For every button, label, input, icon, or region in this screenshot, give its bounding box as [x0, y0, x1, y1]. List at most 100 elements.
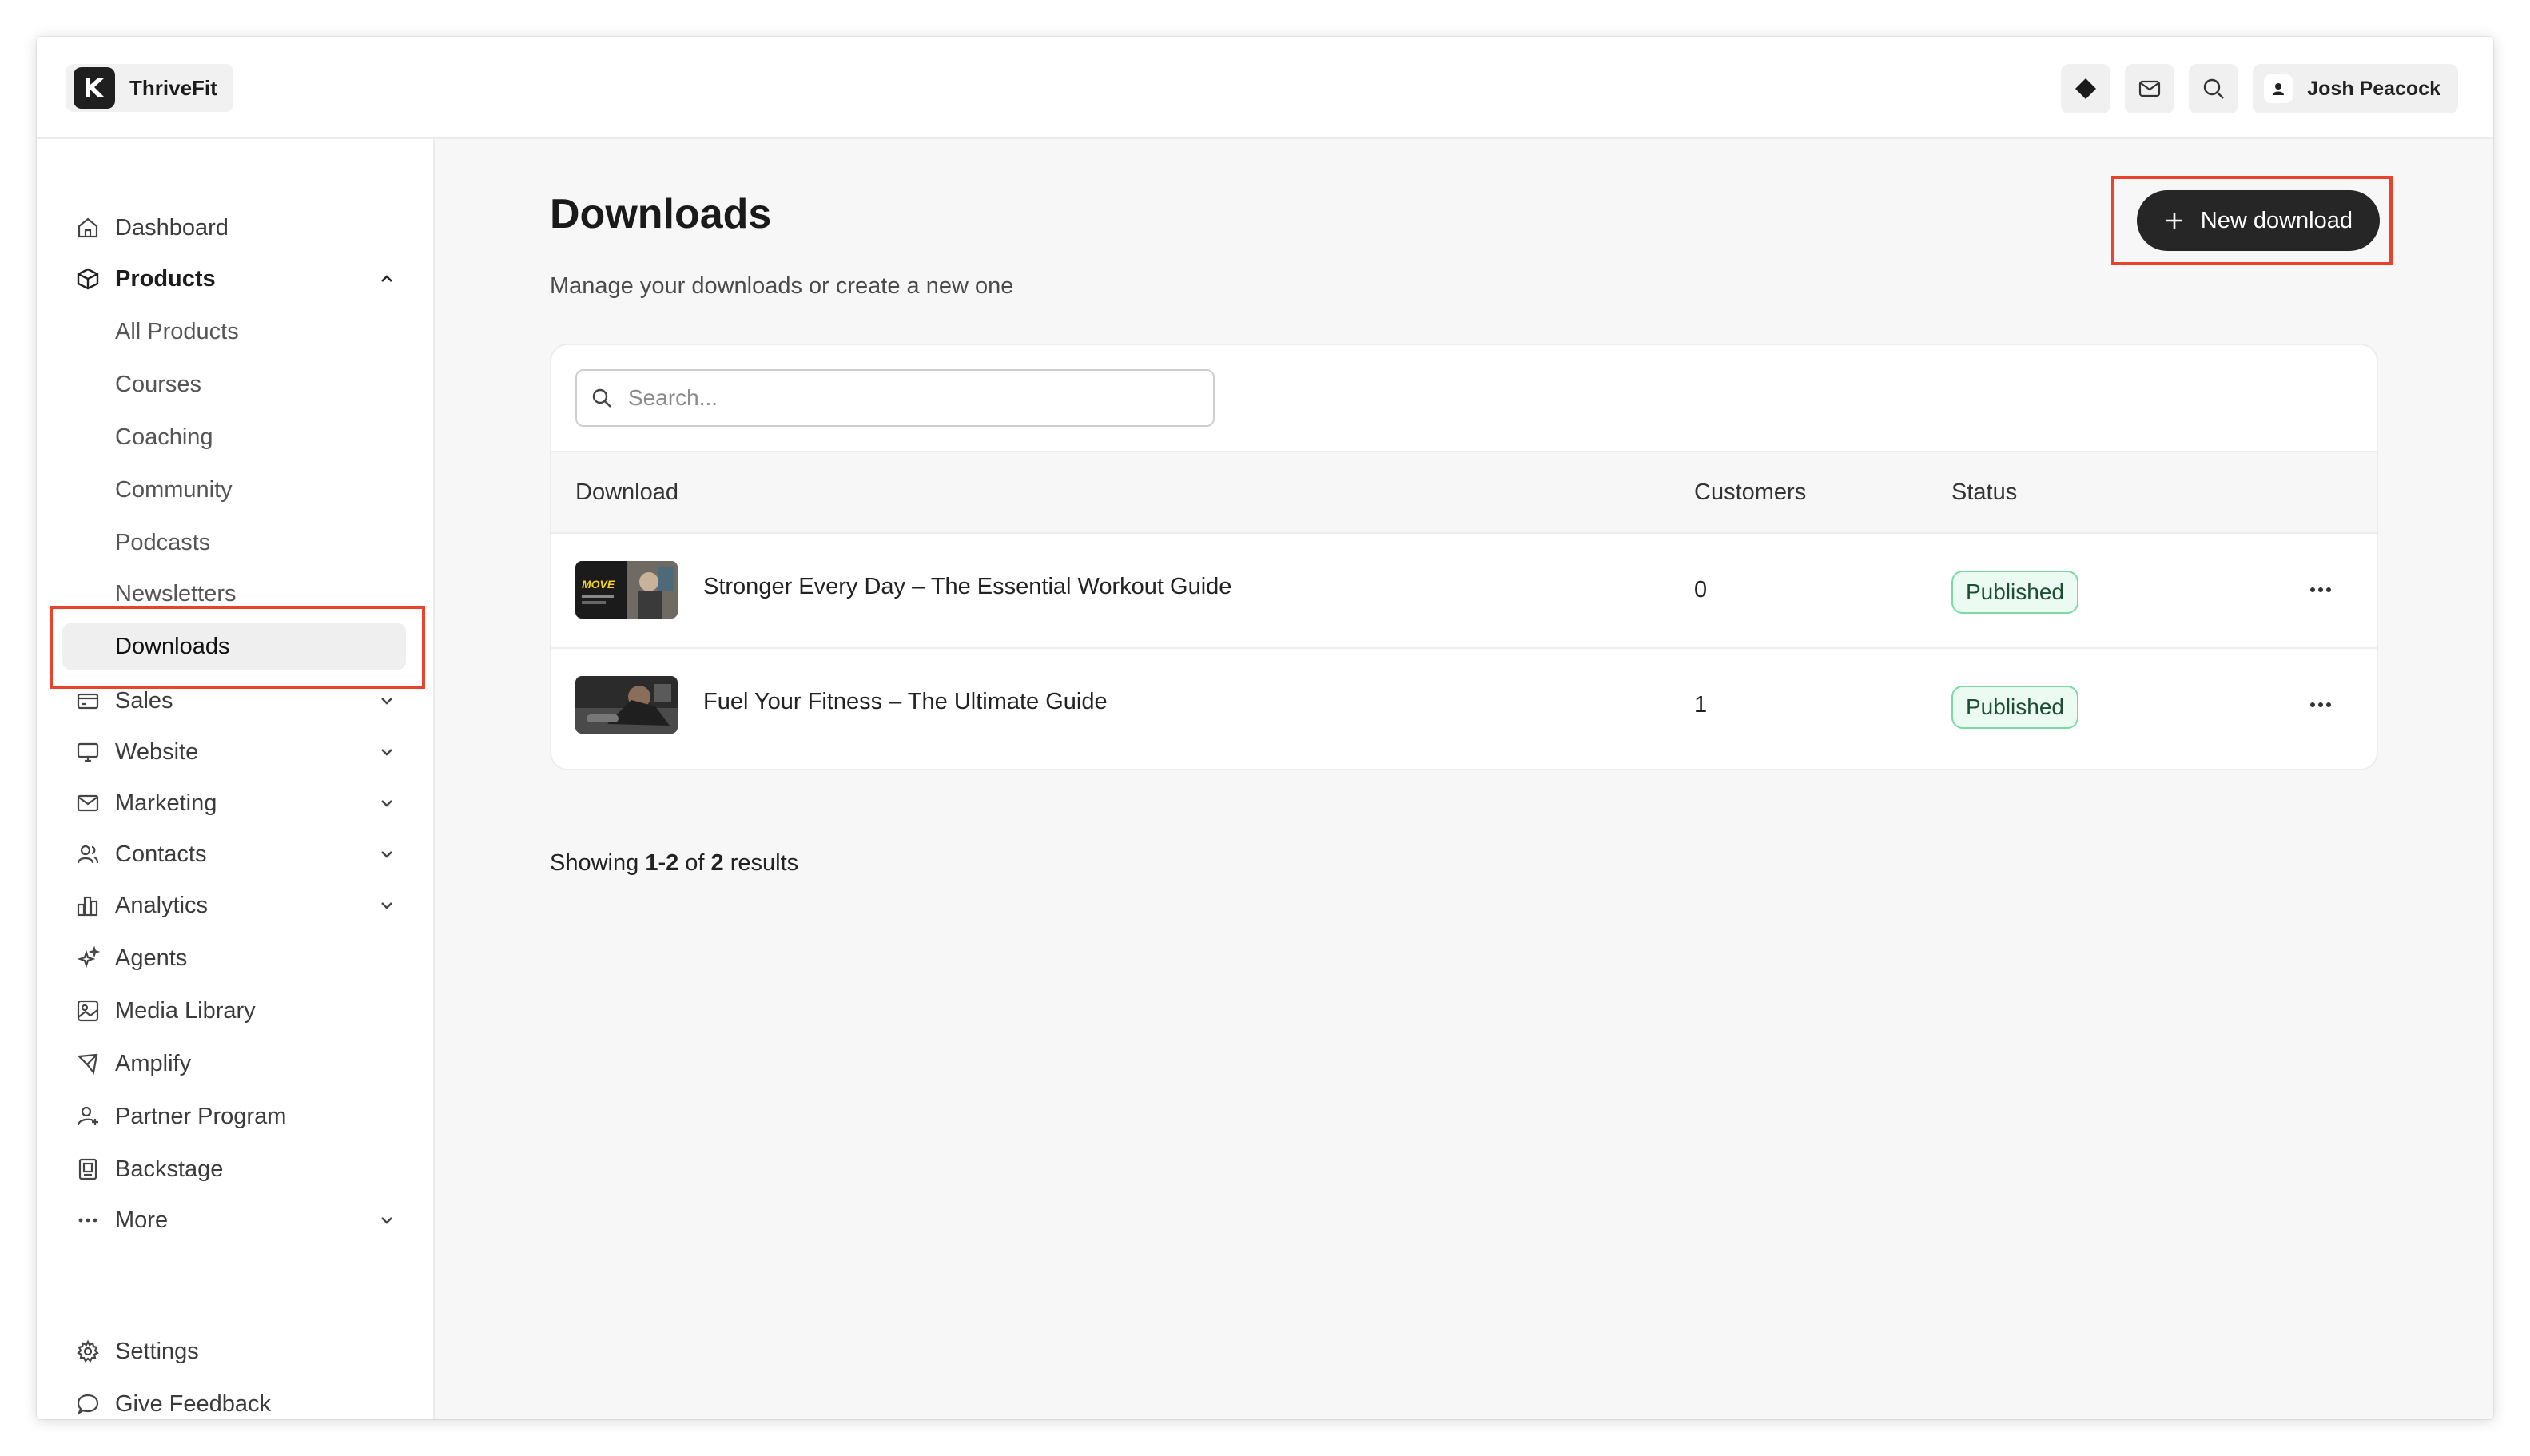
sidebar-subitem-community[interactable]: Community — [62, 467, 406, 513]
sidebar-item-label: Marketing — [115, 790, 217, 816]
backstage-icon — [75, 1156, 101, 1182]
sidebar-item-label: Settings — [115, 1338, 199, 1364]
brand-name: ThriveFit — [129, 75, 217, 100]
search-button[interactable] — [2189, 64, 2239, 113]
download-name[interactable]: Stronger Every Day – The Essential Worko… — [703, 574, 1231, 600]
column-header-customers[interactable]: Customers — [1694, 479, 1806, 506]
sidebar-subitem-coaching[interactable]: Coaching — [62, 414, 406, 460]
results-suffix: results — [730, 850, 799, 876]
results-of: of — [685, 850, 705, 876]
sidebar-item-label: Media Library — [115, 997, 256, 1024]
more-horizontal-icon — [2310, 702, 2331, 707]
image-icon — [75, 998, 101, 1024]
search-field[interactable] — [575, 369, 1215, 427]
download-name[interactable]: Fuel Your Fitness – The Ultimate Guide — [703, 689, 1108, 715]
column-header-download[interactable]: Download — [575, 479, 678, 506]
more-horizontal-icon — [2310, 587, 2331, 592]
sidebar-item-website[interactable]: Website — [75, 729, 438, 775]
page-subtitle: Manage your downloads or create a new on… — [550, 273, 1014, 299]
workspace-switcher[interactable]: ThriveFit — [66, 64, 233, 112]
top-bar: ThriveFit Josh Peacock — [37, 37, 2493, 139]
mail-icon — [2139, 80, 2161, 97]
dots-icon — [75, 1207, 101, 1233]
messages-button[interactable] — [2125, 64, 2175, 113]
monitor-icon — [75, 739, 101, 765]
sidebar-item-settings[interactable]: Settings — [75, 1328, 438, 1374]
new-download-highlight-box — [2111, 176, 2393, 265]
partner-icon — [75, 1104, 101, 1129]
sidebar-item-agents[interactable]: Agents — [75, 935, 438, 981]
thumbnail-text: MOVE — [582, 578, 615, 591]
sidebar-subitem-label: Coaching — [115, 424, 213, 450]
sidebar-item-more[interactable]: More — [75, 1197, 438, 1243]
sidebar-subitem-all-products[interactable]: All Products — [62, 308, 406, 355]
chevron-down-icon[interactable] — [374, 688, 400, 714]
sidebar-subitem-label: Newsletters — [115, 580, 237, 607]
user-name: Josh Peacock — [2307, 77, 2440, 100]
home-icon — [75, 215, 101, 241]
table-row[interactable]: MOVE Stronger Every Day – The Essential … — [551, 534, 2377, 649]
sidebar-item-dashboard[interactable]: Dashboard — [75, 205, 438, 251]
sidebar-item-label: Website — [115, 738, 199, 765]
sidebar-item-label: Products — [115, 265, 216, 292]
search-input[interactable] — [627, 384, 1189, 412]
megaphone-icon — [75, 1051, 101, 1076]
sidebar-subitem-courses[interactable]: Courses — [62, 361, 406, 408]
users-icon — [75, 841, 101, 867]
app-window: ThriveFit Josh Peacock Dashboard Product… — [37, 37, 2493, 1419]
customer-count: 0 — [1694, 577, 1708, 603]
sidebar-item-give-feedback[interactable]: Give Feedback — [75, 1381, 438, 1419]
user-menu[interactable]: Josh Peacock — [2253, 64, 2458, 113]
row-actions-button[interactable] — [2305, 577, 2337, 603]
downloads-table-card: Download Customers Status MOVE — [550, 344, 2378, 770]
chevron-down-icon[interactable] — [374, 893, 400, 918]
gear-icon — [75, 1339, 101, 1364]
sidebar-item-amplify[interactable]: Amplify — [75, 1040, 438, 1087]
chat-icon — [75, 1391, 101, 1417]
downloads-highlight-box — [50, 606, 425, 689]
sidebar-item-label: Amplify — [115, 1050, 192, 1076]
results-summary: Showing 1-2 of 2 results — [550, 850, 798, 877]
table-row[interactable]: Fuel Your Fitness – The Ultimate Guide 1… — [551, 649, 2377, 764]
sidebar-item-marketing[interactable]: Marketing — [75, 780, 438, 826]
sidebar-subitem-podcasts[interactable]: Podcasts — [62, 519, 406, 566]
sidebar-item-products[interactable]: Products — [75, 256, 438, 302]
chevron-down-icon[interactable] — [374, 841, 400, 867]
sidebar: Dashboard Products All Products Courses … — [37, 139, 435, 1419]
sidebar-item-partner-program[interactable]: Partner Program — [75, 1093, 438, 1140]
results-total: 2 — [710, 850, 724, 876]
sidebar-item-label: Give Feedback — [115, 1390, 272, 1417]
sidebar-item-label: Dashboard — [115, 214, 229, 241]
download-thumbnail: MOVE — [575, 561, 678, 619]
main-content: Downloads Manage your downloads or creat… — [435, 139, 2493, 1419]
table-header: Download Customers Status — [551, 451, 2377, 534]
chevron-up-icon[interactable] — [374, 266, 400, 292]
results-prefix: Showing — [550, 850, 639, 876]
download-thumbnail — [575, 676, 678, 734]
sidebar-item-contacts[interactable]: Contacts — [75, 831, 438, 877]
sidebar-item-media-library[interactable]: Media Library — [75, 988, 438, 1034]
sidebar-item-label: Agents — [115, 945, 188, 971]
chevron-down-icon[interactable] — [374, 790, 400, 816]
upgrade-button[interactable] — [2061, 64, 2111, 113]
search-icon — [2204, 78, 2225, 99]
sidebar-item-label: More — [115, 1207, 169, 1233]
page-title: Downloads — [550, 191, 772, 237]
chevron-down-icon[interactable] — [374, 1207, 400, 1233]
card-icon — [75, 688, 101, 714]
sidebar-item-backstage[interactable]: Backstage — [75, 1146, 438, 1192]
sidebar-item-sales[interactable]: Sales — [75, 678, 438, 724]
chevron-down-icon[interactable] — [374, 739, 400, 765]
results-range: 1-2 — [645, 850, 679, 876]
status-badge: Published — [1951, 686, 2078, 729]
sidebar-item-label: Sales — [115, 687, 173, 714]
column-header-status[interactable]: Status — [1951, 479, 2017, 506]
sidebar-subitem-label: Courses — [115, 371, 201, 397]
top-actions: Josh Peacock — [2061, 64, 2458, 113]
row-actions-button[interactable] — [2305, 692, 2337, 718]
bar-chart-icon — [75, 893, 101, 918]
brand-logo-icon — [74, 67, 115, 109]
search-icon — [592, 388, 611, 408]
status-badge: Published — [1951, 571, 2078, 614]
sidebar-item-analytics[interactable]: Analytics — [75, 882, 438, 929]
